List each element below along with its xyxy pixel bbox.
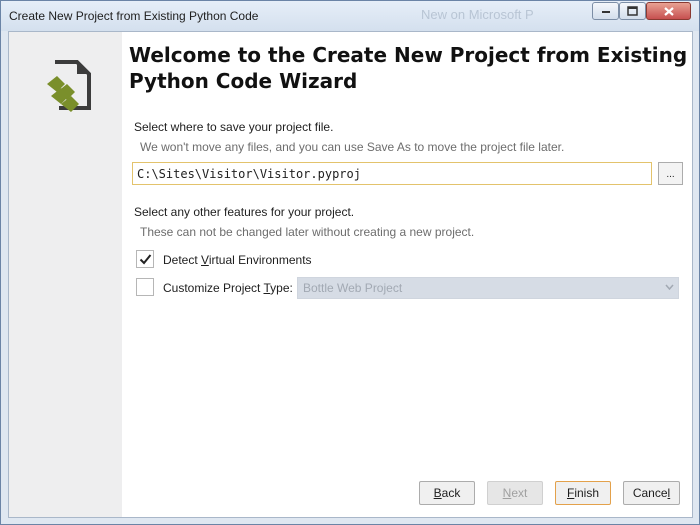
title-bar[interactable]: Create New Project from Existing Python … (1, 1, 699, 31)
wizard-heading: Welcome to the Create New Project from E… (129, 43, 688, 93)
minimize-icon (601, 11, 610, 13)
wizard-body: Welcome to the Create New Project from E… (8, 31, 693, 518)
features-hint: These can not be changed later without c… (140, 225, 475, 239)
wizard-sidebar (9, 32, 122, 517)
save-location-label: Select where to save your project file. (134, 120, 334, 134)
window-title: Create New Project from Existing Python … (9, 9, 259, 23)
browse-button[interactable]: ... (658, 162, 683, 185)
features-label: Select any other features for your proje… (134, 205, 355, 219)
background-window-text: New on Microsoft P (421, 7, 534, 22)
back-button[interactable]: Back (419, 481, 475, 505)
project-path-input[interactable] (132, 162, 652, 185)
python-code-file-icon (47, 60, 91, 112)
maximize-icon (627, 6, 638, 16)
chevron-down-icon (665, 284, 674, 290)
save-location-hint: We won't move any files, and you can use… (140, 140, 565, 154)
customize-type-checkbox[interactable] (136, 278, 154, 296)
cancel-button[interactable]: Cance l (623, 481, 680, 505)
customize-type-label[interactable]: Customize Project Type: (163, 281, 293, 295)
detect-environments-checkbox[interactable] (136, 250, 154, 268)
maximize-button[interactable] (619, 2, 646, 20)
finish-button[interactable]: Finish (555, 481, 611, 505)
checkmark-icon (139, 254, 152, 265)
project-type-select[interactable]: Bottle Web Project (297, 277, 679, 299)
next-button[interactable]: Next (487, 481, 543, 505)
detect-environments-label[interactable]: Detect Virtual Environments (163, 253, 312, 267)
project-type-value: Bottle Web Project (303, 281, 403, 295)
close-button[interactable] (646, 2, 691, 20)
close-icon (663, 6, 674, 16)
wizard-window: Create New Project from Existing Python … (0, 0, 700, 525)
minimize-button[interactable] (592, 2, 619, 20)
